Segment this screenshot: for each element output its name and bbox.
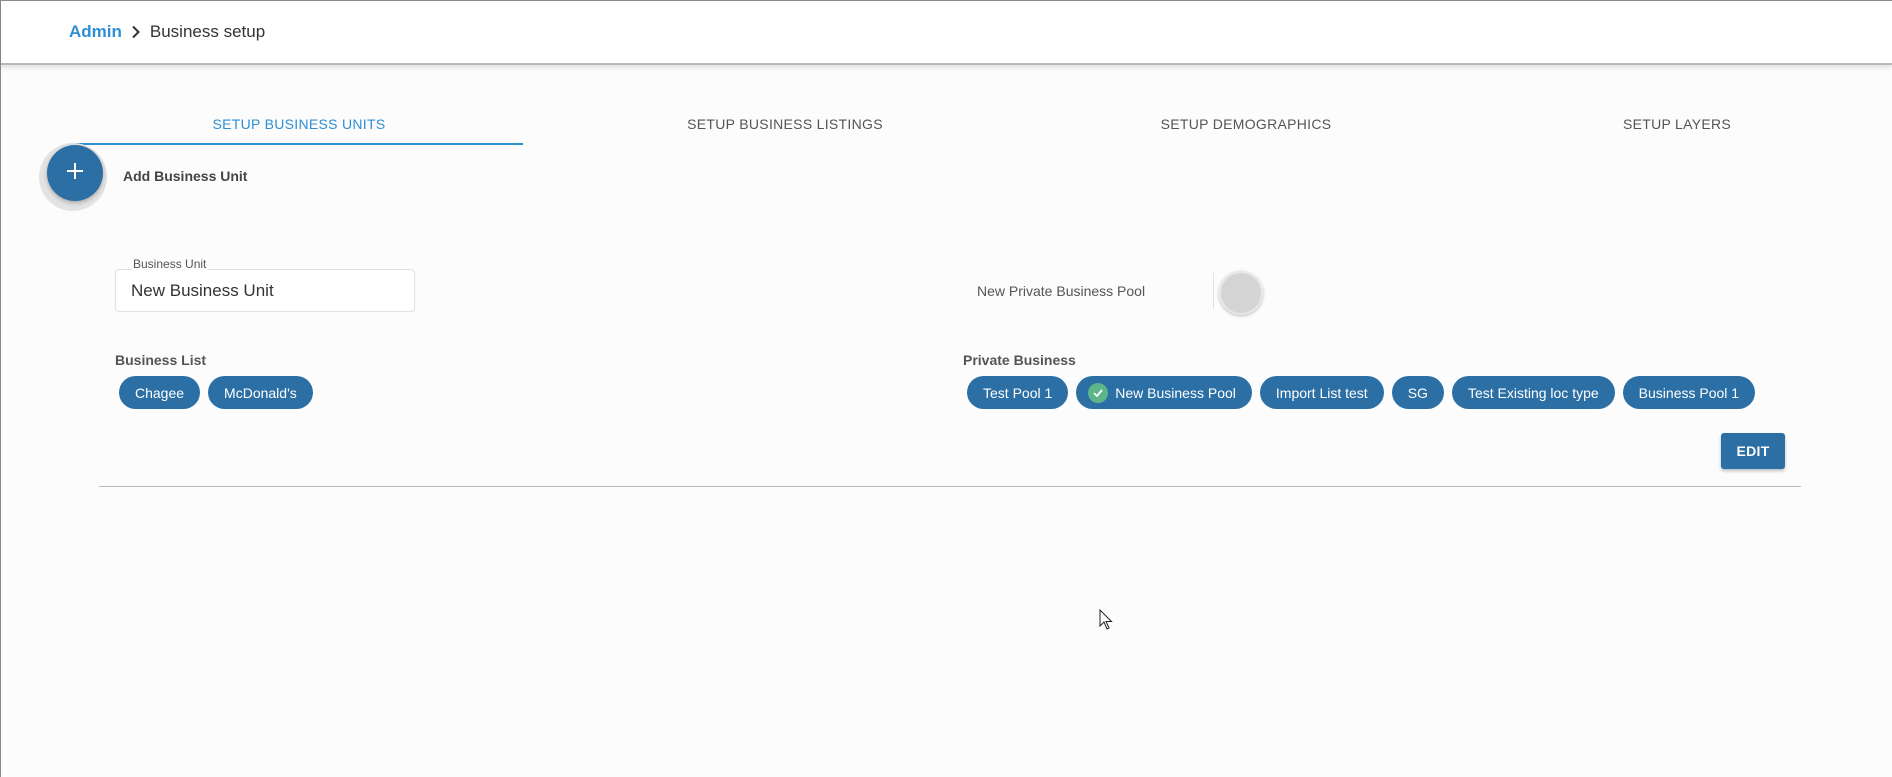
chip-test-pool-1[interactable]: Test Pool 1 [967,376,1069,409]
check-circle-icon [1088,382,1109,403]
divider [1213,273,1214,309]
chip-test-existing-loc-type[interactable]: Test Existing loc type [1451,376,1615,409]
tab-setup-business-units[interactable]: SETUP BUSINESS UNITS [75,103,523,145]
mouse-cursor-icon [1099,609,1113,630]
page-header: Admin Business setup [1,1,1892,65]
tab-setup-layers[interactable]: SETUP LAYERS [1577,103,1777,145]
chip-new-business-pool[interactable]: New Business Pool [1076,376,1252,409]
business-unit-label: Business Unit [131,257,209,271]
chevron-right-icon [131,25,141,39]
add-business-unit-button[interactable] [47,145,103,201]
private-business-chips: Test Pool 1 New Business Pool Import Lis… [967,376,1756,409]
breadcrumb-current: Business setup [149,22,266,41]
chip-chagee[interactable]: Chagee [119,376,201,409]
private-pool-label: New Private Business Pool [977,283,1146,299]
business-list-label: Business List [115,352,207,368]
chip-import-list-test[interactable]: Import List test [1259,376,1384,409]
active-tab-indicator [75,143,523,145]
private-pool-toggle[interactable] [1219,271,1263,315]
chip-mcdonalds[interactable]: McDonald's [208,376,313,409]
tab-setup-business-listings[interactable]: SETUP BUSINESS LISTINGS [635,103,935,145]
add-business-unit-label: Add Business Unit [123,168,248,184]
edit-button[interactable]: EDIT [1721,433,1785,469]
plus-icon [65,161,85,186]
chip-sg[interactable]: SG [1391,376,1444,409]
app-window: Admin Business setup SETUP BUSINESS UNIT… [0,0,1892,777]
business-list-chips: Chagee McDonald's [119,376,313,409]
setup-tabs: SETUP BUSINESS UNITS SETUP BUSINESS LIST… [75,103,1815,145]
chip-business-pool-1[interactable]: Business Pool 1 [1622,376,1756,409]
chip-label: New Business Pool [1115,384,1236,401]
breadcrumb-admin-link[interactable]: Admin [69,22,122,42]
tab-setup-demographics[interactable]: SETUP DEMOGRAPHICS [1111,103,1381,145]
business-unit-input[interactable] [115,269,415,312]
private-business-label: Private Business [963,352,1076,368]
